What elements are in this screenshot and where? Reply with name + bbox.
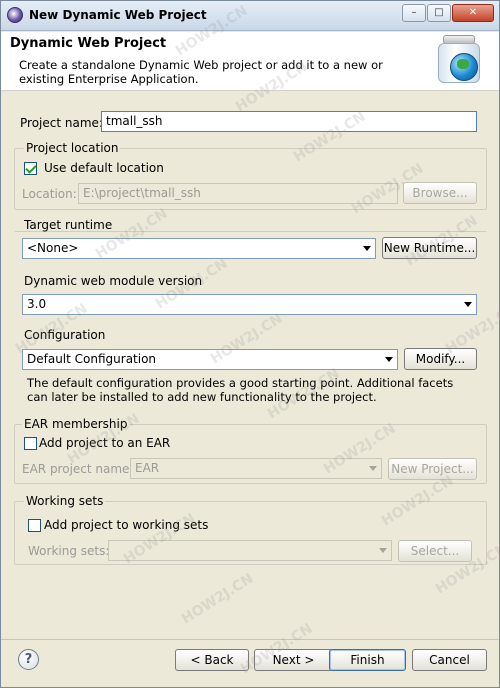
project-name-label: Project name:: [20, 116, 103, 130]
modify-button[interactable]: Modify...: [404, 348, 477, 370]
working-sets-group-label: Working sets: [24, 494, 106, 508]
wizard-content: Project name: tmall_ssh Project location…: [1, 91, 499, 639]
minimize-button[interactable]: –: [402, 4, 426, 22]
wizard-page-description: Create a standalone Dynamic Web project …: [19, 58, 383, 86]
ear-project-value: EAR: [135, 461, 160, 475]
select-working-sets-button[interactable]: Select...: [398, 540, 472, 562]
finish-button[interactable]: Finish: [329, 649, 406, 671]
ear-project-select[interactable]: EAR: [130, 458, 382, 479]
working-sets-select[interactable]: [108, 540, 392, 561]
footer-separator: [1, 639, 499, 640]
dialog-window: New Dynamic Web Project – □ ✕ Dynamic We…: [0, 0, 500, 688]
new-runtime-button[interactable]: New Runtime...: [382, 237, 477, 259]
chevron-down-icon: [379, 548, 387, 553]
module-version-select[interactable]: 3.0: [22, 294, 477, 315]
add-to-working-sets-checkbox[interactable]: [28, 519, 41, 532]
add-to-ear-label[interactable]: Add project to an EAR: [39, 436, 170, 450]
target-runtime-value: <None>: [27, 241, 79, 255]
chevron-down-icon: [369, 466, 377, 471]
configuration-value: Default Configuration: [27, 352, 157, 366]
chevron-down-icon: [363, 246, 371, 251]
target-runtime-select[interactable]: <None>: [22, 238, 376, 259]
next-button[interactable]: Next >: [254, 649, 333, 671]
working-sets-label: Working sets:: [28, 544, 110, 558]
back-button[interactable]: < Back: [175, 649, 249, 671]
location-input[interactable]: E:\project\tmall_ssh: [78, 183, 398, 204]
window-title: New Dynamic Web Project: [29, 8, 207, 22]
use-default-location-label[interactable]: Use default location: [44, 161, 164, 175]
configuration-label: Configuration: [24, 328, 106, 342]
cancel-button[interactable]: Cancel: [412, 649, 487, 671]
wizard-header: Dynamic Web Project Create a standalone …: [1, 32, 499, 91]
configuration-select[interactable]: Default Configuration: [22, 349, 398, 370]
location-label: Location:: [22, 187, 77, 201]
title-bar[interactable]: New Dynamic Web Project – □ ✕: [1, 1, 499, 31]
browse-button[interactable]: Browse...: [403, 182, 477, 204]
web-project-jar-globe-icon: [435, 35, 485, 85]
project-location-group-label: Project location: [24, 141, 121, 155]
target-runtime-label: Target runtime: [24, 218, 113, 232]
close-button[interactable]: ✕: [452, 4, 494, 22]
chevron-down-icon: [385, 357, 393, 362]
ear-membership-group-label: EAR membership: [22, 417, 130, 431]
use-default-location-checkbox[interactable]: [24, 162, 37, 175]
module-version-value: 3.0: [27, 297, 47, 311]
new-project-button[interactable]: New Project...: [388, 458, 477, 480]
project-name-input[interactable]: tmall_ssh: [101, 111, 477, 132]
add-to-ear-checkbox[interactable]: [24, 437, 37, 450]
help-icon[interactable]: ?: [18, 649, 39, 670]
wizard-page-title: Dynamic Web Project: [10, 36, 167, 51]
configuration-description: The default configuration provides a goo…: [27, 376, 454, 404]
module-version-label: Dynamic web module version: [24, 274, 203, 288]
chevron-down-icon: [464, 302, 472, 307]
eclipse-icon: [7, 7, 23, 23]
add-to-working-sets-label[interactable]: Add project to working sets: [44, 518, 208, 532]
maximize-button[interactable]: □: [427, 4, 451, 22]
ear-project-name-label: EAR project name:: [22, 462, 134, 476]
